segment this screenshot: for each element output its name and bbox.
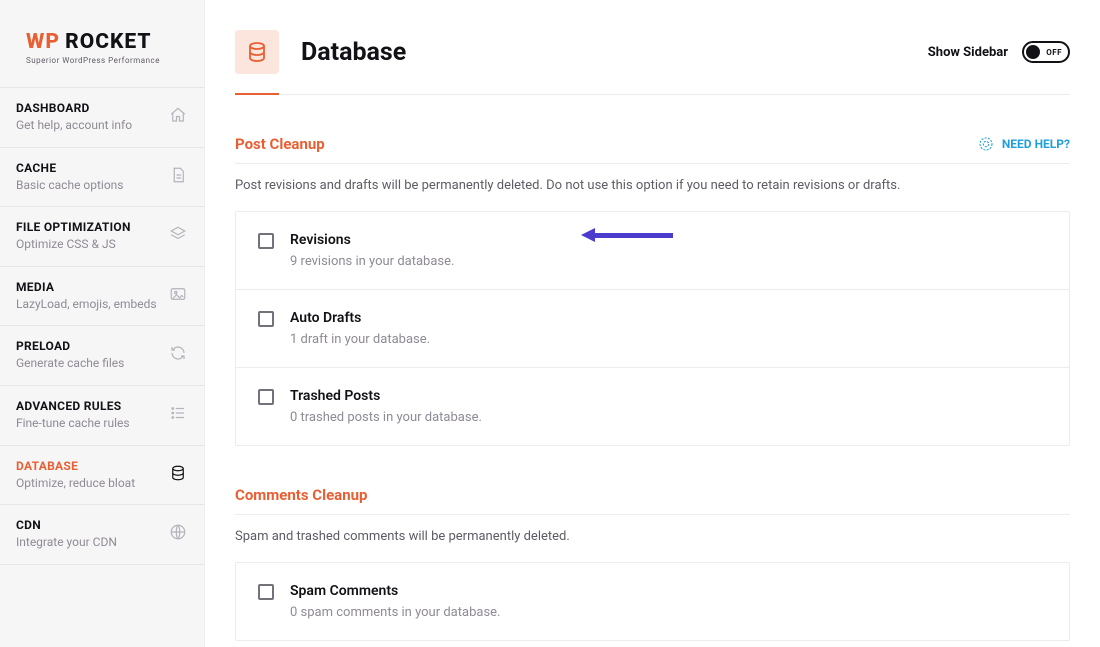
option-desc: 0 spam comments in your database. [290,605,500,620]
need-help-link[interactable]: NEED HELP? [978,136,1070,152]
sidebar-item-label: DATABASE [16,459,135,473]
sidebar-item-label: FILE OPTIMIZATION [16,220,131,234]
sidebar-item-desc: Integrate your CDN [16,535,117,551]
section-title: Comments Cleanup [235,486,367,504]
brand-logo: WP ROCKET Superior WordPress Performance [0,0,204,87]
checkbox-trashed-posts[interactable] [258,389,274,405]
sidebar-item-dashboard[interactable]: DASHBOARD Get help, account info [0,87,204,147]
sidebar-item-advanced-rules[interactable]: ADVANCED RULES Fine-tune cache rules [0,385,204,445]
sidebar-item-desc: Generate cache files [16,356,124,372]
sidebar-item-label: DASHBOARD [16,101,132,115]
sidebar-item-desc: Optimize CSS & JS [16,237,131,253]
sidebar-item-desc: Fine-tune cache rules [16,416,130,432]
database-icon [168,463,188,483]
sidebar-item-label: PRELOAD [16,339,124,353]
sidebar-item-cache[interactable]: CACHE Basic cache options [0,147,204,207]
option-trashed-posts: Trashed Posts 0 trashed posts in your da… [236,368,1069,445]
logo-wp: WP [26,30,60,54]
sidebar-item-desc: Get help, account info [16,118,132,134]
option-desc: 9 revisions in your database. [290,254,454,269]
option-title: Trashed Posts [290,388,482,404]
section-post-cleanup: Post Cleanup NEED HELP? Post revisions a… [235,135,1070,446]
list-icon [168,403,188,423]
home-icon [168,105,188,125]
toggle-state: OFF [1046,48,1062,57]
sidebar-item-desc: LazyLoad, emojis, embeds [16,297,157,313]
option-spam-comments: Spam Comments 0 spam comments in your da… [236,563,1069,640]
logo-rocket: ROCKET [65,30,151,54]
toggle-knob [1026,45,1040,59]
sidebar-item-label: ADVANCED RULES [16,399,130,413]
option-title: Spam Comments [290,583,500,599]
sidebar-item-label: MEDIA [16,280,157,294]
page-header: Database Show Sidebar OFF [235,30,1070,95]
page-title: Database [301,38,406,67]
option-revisions: Revisions 9 revisions in your database. [236,212,1069,290]
option-title: Revisions [290,232,454,248]
sidebar: WP ROCKET Superior WordPress Performance… [0,0,205,647]
sidebar-item-preload[interactable]: PRELOAD Generate cache files [0,325,204,385]
sidebar-item-file-optimization[interactable]: FILE OPTIMIZATION Optimize CSS & JS [0,206,204,266]
document-icon [168,165,188,185]
option-title: Auto Drafts [290,310,430,326]
sidebar-item-desc: Optimize, reduce bloat [16,476,135,492]
checkbox-spam-comments[interactable] [258,584,274,600]
sidebar-item-label: CDN [16,518,117,532]
refresh-icon [168,343,188,363]
checkbox-auto-drafts[interactable] [258,311,274,327]
checkbox-revisions[interactable] [258,233,274,249]
image-icon [168,284,188,304]
need-help-label: NEED HELP? [1002,137,1070,151]
comments-cleanup-options: Spam Comments 0 spam comments in your da… [235,562,1070,641]
sidebar-item-database[interactable]: DATABASE Optimize, reduce bloat [0,445,204,505]
option-auto-drafts: Auto Drafts 1 draft in your database. [236,290,1069,368]
section-sub: Spam and trashed comments will be perman… [235,529,1070,544]
sidebar-item-label: CACHE [16,161,124,175]
section-sub: Post revisions and drafts will be perman… [235,178,1070,193]
lifesaver-icon [978,136,994,152]
sidebar-item-desc: Basic cache options [16,178,124,194]
show-sidebar-toggle[interactable]: OFF [1022,41,1070,63]
option-desc: 0 trashed posts in your database. [290,410,482,425]
sidebar-item-media[interactable]: MEDIA LazyLoad, emojis, embeds [0,266,204,326]
section-comments-cleanup: Comments Cleanup Spam and trashed commen… [235,486,1070,641]
main-content: Database Show Sidebar OFF Post Cleanup N… [205,0,1100,647]
section-title: Post Cleanup [235,135,325,153]
database-header-icon [235,30,279,74]
option-desc: 1 draft in your database. [290,332,430,347]
layers-icon [168,224,188,244]
annotation-arrow [581,228,673,242]
show-sidebar-label: Show Sidebar [928,45,1008,60]
globe-icon [168,522,188,542]
sidebar-item-cdn[interactable]: CDN Integrate your CDN [0,504,204,565]
logo-tagline: Superior WordPress Performance [26,56,184,65]
post-cleanup-options: Revisions 9 revisions in your database. … [235,211,1070,446]
